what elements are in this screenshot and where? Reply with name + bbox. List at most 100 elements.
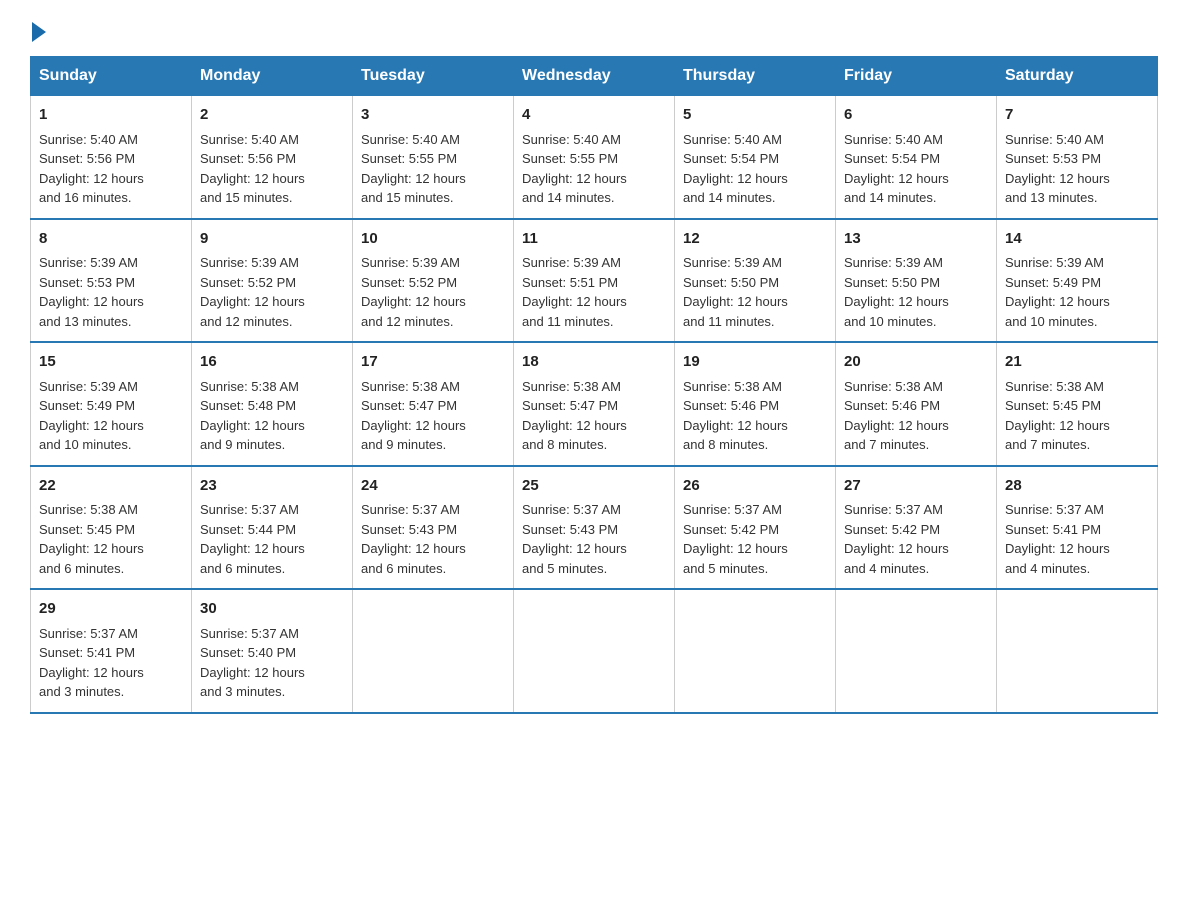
day-info: Sunrise: 5:37 AMSunset: 5:41 PMDaylight:… (1005, 502, 1110, 576)
header-cell-monday: Monday (192, 57, 353, 96)
day-number: 5 (683, 104, 827, 127)
calendar-cell: 2 Sunrise: 5:40 AMSunset: 5:56 PMDayligh… (192, 96, 353, 219)
calendar-body: 1 Sunrise: 5:40 AMSunset: 5:56 PMDayligh… (31, 96, 1158, 713)
logo-general-text (30, 20, 46, 42)
day-number: 25 (522, 475, 666, 498)
day-info: Sunrise: 5:40 AMSunset: 5:54 PMDaylight:… (844, 132, 949, 206)
day-info: Sunrise: 5:39 AMSunset: 5:49 PMDaylight:… (1005, 255, 1110, 329)
day-number: 20 (844, 351, 988, 374)
day-number: 9 (200, 228, 344, 251)
calendar-cell: 15 Sunrise: 5:39 AMSunset: 5:49 PMDaylig… (31, 342, 192, 466)
header-cell-saturday: Saturday (997, 57, 1158, 96)
header-row: SundayMondayTuesdayWednesdayThursdayFrid… (31, 57, 1158, 96)
logo (30, 20, 46, 38)
logo-arrow-icon (32, 22, 46, 42)
calendar-cell: 4 Sunrise: 5:40 AMSunset: 5:55 PMDayligh… (514, 96, 675, 219)
day-info: Sunrise: 5:40 AMSunset: 5:54 PMDaylight:… (683, 132, 788, 206)
day-number: 23 (200, 475, 344, 498)
day-info: Sunrise: 5:39 AMSunset: 5:49 PMDaylight:… (39, 379, 144, 453)
calendar-cell: 24 Sunrise: 5:37 AMSunset: 5:43 PMDaylig… (353, 466, 514, 590)
day-info: Sunrise: 5:37 AMSunset: 5:42 PMDaylight:… (683, 502, 788, 576)
day-info: Sunrise: 5:38 AMSunset: 5:46 PMDaylight:… (683, 379, 788, 453)
day-number: 8 (39, 228, 183, 251)
day-info: Sunrise: 5:38 AMSunset: 5:45 PMDaylight:… (39, 502, 144, 576)
day-number: 4 (522, 104, 666, 127)
calendar-cell: 28 Sunrise: 5:37 AMSunset: 5:41 PMDaylig… (997, 466, 1158, 590)
calendar-cell: 14 Sunrise: 5:39 AMSunset: 5:49 PMDaylig… (997, 219, 1158, 343)
calendar-cell: 12 Sunrise: 5:39 AMSunset: 5:50 PMDaylig… (675, 219, 836, 343)
calendar-table: SundayMondayTuesdayWednesdayThursdayFrid… (30, 56, 1158, 714)
calendar-cell: 18 Sunrise: 5:38 AMSunset: 5:47 PMDaylig… (514, 342, 675, 466)
calendar-cell (997, 589, 1158, 713)
calendar-cell (353, 589, 514, 713)
header-cell-thursday: Thursday (675, 57, 836, 96)
calendar-cell (836, 589, 997, 713)
calendar-cell: 13 Sunrise: 5:39 AMSunset: 5:50 PMDaylig… (836, 219, 997, 343)
day-number: 27 (844, 475, 988, 498)
day-info: Sunrise: 5:37 AMSunset: 5:40 PMDaylight:… (200, 626, 305, 700)
calendar-cell: 16 Sunrise: 5:38 AMSunset: 5:48 PMDaylig… (192, 342, 353, 466)
header-cell-wednesday: Wednesday (514, 57, 675, 96)
calendar-week-row: 29 Sunrise: 5:37 AMSunset: 5:41 PMDaylig… (31, 589, 1158, 713)
day-info: Sunrise: 5:38 AMSunset: 5:47 PMDaylight:… (522, 379, 627, 453)
day-info: Sunrise: 5:38 AMSunset: 5:45 PMDaylight:… (1005, 379, 1110, 453)
day-info: Sunrise: 5:40 AMSunset: 5:56 PMDaylight:… (200, 132, 305, 206)
calendar-cell: 30 Sunrise: 5:37 AMSunset: 5:40 PMDaylig… (192, 589, 353, 713)
day-info: Sunrise: 5:37 AMSunset: 5:42 PMDaylight:… (844, 502, 949, 576)
calendar-cell: 10 Sunrise: 5:39 AMSunset: 5:52 PMDaylig… (353, 219, 514, 343)
day-number: 22 (39, 475, 183, 498)
calendar-cell: 26 Sunrise: 5:37 AMSunset: 5:42 PMDaylig… (675, 466, 836, 590)
day-number: 19 (683, 351, 827, 374)
day-number: 10 (361, 228, 505, 251)
day-number: 6 (844, 104, 988, 127)
day-number: 1 (39, 104, 183, 127)
calendar-cell: 5 Sunrise: 5:40 AMSunset: 5:54 PMDayligh… (675, 96, 836, 219)
day-info: Sunrise: 5:37 AMSunset: 5:43 PMDaylight:… (361, 502, 466, 576)
calendar-cell (675, 589, 836, 713)
calendar-cell: 1 Sunrise: 5:40 AMSunset: 5:56 PMDayligh… (31, 96, 192, 219)
day-number: 3 (361, 104, 505, 127)
calendar-cell: 27 Sunrise: 5:37 AMSunset: 5:42 PMDaylig… (836, 466, 997, 590)
day-info: Sunrise: 5:38 AMSunset: 5:47 PMDaylight:… (361, 379, 466, 453)
page-header (30, 20, 1158, 38)
calendar-cell: 17 Sunrise: 5:38 AMSunset: 5:47 PMDaylig… (353, 342, 514, 466)
calendar-cell (514, 589, 675, 713)
day-info: Sunrise: 5:39 AMSunset: 5:50 PMDaylight:… (683, 255, 788, 329)
day-number: 16 (200, 351, 344, 374)
day-number: 14 (1005, 228, 1149, 251)
day-number: 13 (844, 228, 988, 251)
day-number: 26 (683, 475, 827, 498)
calendar-week-row: 15 Sunrise: 5:39 AMSunset: 5:49 PMDaylig… (31, 342, 1158, 466)
day-info: Sunrise: 5:39 AMSunset: 5:53 PMDaylight:… (39, 255, 144, 329)
header-cell-tuesday: Tuesday (353, 57, 514, 96)
day-info: Sunrise: 5:40 AMSunset: 5:55 PMDaylight:… (361, 132, 466, 206)
day-number: 24 (361, 475, 505, 498)
day-number: 30 (200, 598, 344, 621)
day-info: Sunrise: 5:39 AMSunset: 5:51 PMDaylight:… (522, 255, 627, 329)
day-number: 21 (1005, 351, 1149, 374)
day-info: Sunrise: 5:39 AMSunset: 5:52 PMDaylight:… (361, 255, 466, 329)
day-number: 7 (1005, 104, 1149, 127)
day-number: 12 (683, 228, 827, 251)
day-info: Sunrise: 5:39 AMSunset: 5:52 PMDaylight:… (200, 255, 305, 329)
calendar-week-row: 1 Sunrise: 5:40 AMSunset: 5:56 PMDayligh… (31, 96, 1158, 219)
day-info: Sunrise: 5:38 AMSunset: 5:46 PMDaylight:… (844, 379, 949, 453)
calendar-cell: 21 Sunrise: 5:38 AMSunset: 5:45 PMDaylig… (997, 342, 1158, 466)
calendar-cell: 29 Sunrise: 5:37 AMSunset: 5:41 PMDaylig… (31, 589, 192, 713)
calendar-cell: 23 Sunrise: 5:37 AMSunset: 5:44 PMDaylig… (192, 466, 353, 590)
calendar-cell: 3 Sunrise: 5:40 AMSunset: 5:55 PMDayligh… (353, 96, 514, 219)
header-cell-friday: Friday (836, 57, 997, 96)
day-info: Sunrise: 5:37 AMSunset: 5:44 PMDaylight:… (200, 502, 305, 576)
day-number: 2 (200, 104, 344, 127)
day-info: Sunrise: 5:40 AMSunset: 5:53 PMDaylight:… (1005, 132, 1110, 206)
calendar-header: SundayMondayTuesdayWednesdayThursdayFrid… (31, 57, 1158, 96)
day-info: Sunrise: 5:39 AMSunset: 5:50 PMDaylight:… (844, 255, 949, 329)
day-number: 17 (361, 351, 505, 374)
calendar-cell: 11 Sunrise: 5:39 AMSunset: 5:51 PMDaylig… (514, 219, 675, 343)
calendar-cell: 22 Sunrise: 5:38 AMSunset: 5:45 PMDaylig… (31, 466, 192, 590)
header-cell-sunday: Sunday (31, 57, 192, 96)
day-info: Sunrise: 5:38 AMSunset: 5:48 PMDaylight:… (200, 379, 305, 453)
day-number: 28 (1005, 475, 1149, 498)
calendar-week-row: 22 Sunrise: 5:38 AMSunset: 5:45 PMDaylig… (31, 466, 1158, 590)
day-info: Sunrise: 5:40 AMSunset: 5:55 PMDaylight:… (522, 132, 627, 206)
